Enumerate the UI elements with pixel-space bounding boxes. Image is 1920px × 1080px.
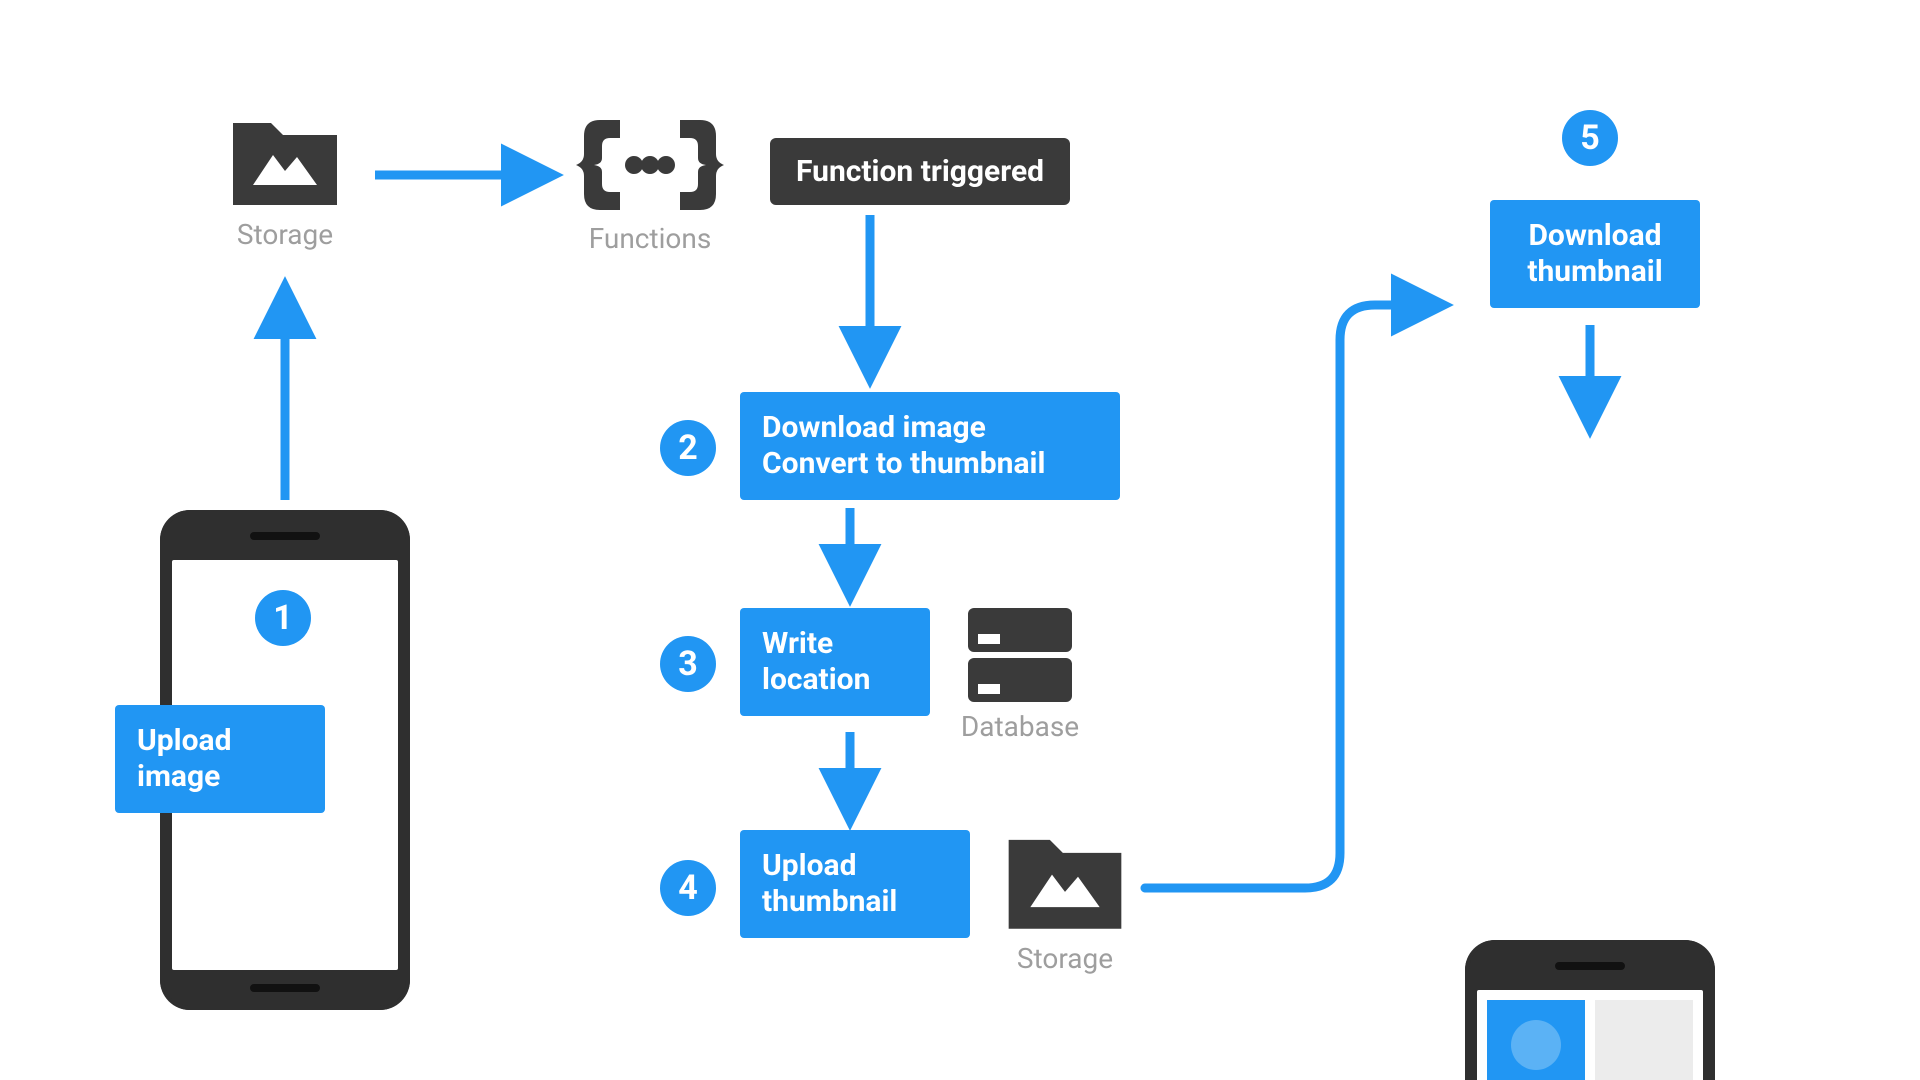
badge-step3: 3 <box>660 636 716 692</box>
grid-cell <box>1595 1000 1693 1080</box>
functions-label: Functions <box>570 222 730 255</box>
box-function-triggered-text: Function triggered <box>796 154 1044 189</box>
badge-step4: 4 <box>660 860 716 916</box>
box-step2-line2: Convert to thumbnail <box>762 446 1098 482</box>
box-step2-line1: Download image <box>762 410 1098 446</box>
badge-step5-num: 5 <box>1580 118 1600 158</box>
database-icon <box>960 598 1080 712</box>
box-step3-line2: location <box>762 662 908 698</box>
badge-step2-num: 2 <box>678 428 698 468</box>
badge-step1: 1 <box>255 590 311 646</box>
storage-icon-bottom <box>1000 820 1130 944</box>
box-step1: Upload image <box>115 705 325 813</box>
box-step4: Upload thumbnail <box>740 830 970 938</box>
box-step1-line1: Upload <box>137 723 303 759</box>
storage-label-bottom: Storage <box>1000 942 1130 975</box>
box-step5-line1: Download <box>1512 218 1678 254</box>
box-step5: Download thumbnail <box>1490 200 1700 308</box>
box-step1-line2: image <box>137 759 303 795</box>
storage-label-top: Storage <box>225 218 345 251</box>
functions-icon <box>570 110 730 224</box>
box-step5-line2: thumbnail <box>1512 254 1678 290</box>
diagram-canvas: Storage Functions Function triggered Dow… <box>0 0 1920 1080</box>
phone-thumbnail-grid <box>1487 1000 1693 1080</box>
badge-step5: 5 <box>1562 110 1618 166</box>
badge-step2: 2 <box>660 420 716 476</box>
arrow-storage-to-phone2 <box>1145 305 1435 888</box>
badge-step1-num: 1 <box>273 598 293 638</box>
storage-icon-top <box>225 105 345 219</box>
thumbnail-cell <box>1487 1000 1585 1080</box>
box-step3: Write location <box>740 608 930 716</box>
box-step2: Download image Convert to thumbnail <box>740 392 1120 500</box>
box-function-triggered: Function triggered <box>770 138 1070 205</box>
box-step3-line1: Write <box>762 626 908 662</box>
badge-step3-num: 3 <box>678 644 698 684</box>
phone-destination <box>1465 940 1715 1080</box>
badge-step4-num: 4 <box>678 868 698 908</box>
box-step4-line1: Upload <box>762 848 948 884</box>
database-label: Database <box>960 710 1080 743</box>
box-step4-line2: thumbnail <box>762 884 948 920</box>
